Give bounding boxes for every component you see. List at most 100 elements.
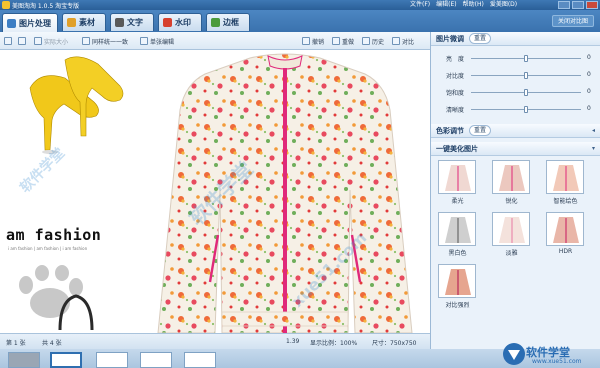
collapse-arrow-icon: ▾ — [591, 145, 595, 152]
preset-black-white[interactable]: 黑白色 — [435, 212, 480, 260]
tab-frame[interactable]: 边框 — [206, 13, 250, 31]
preset-thumbnail — [438, 264, 476, 298]
batch-icon — [82, 37, 90, 45]
actual-size-label: 实际大小 — [44, 38, 69, 46]
actual-size-button[interactable]: 实际大小 — [34, 35, 68, 47]
thumbnail-item[interactable] — [140, 352, 172, 368]
preset-thumbnail — [438, 160, 476, 194]
compare-icon — [392, 37, 400, 45]
single-edit-button[interactable]: 单张编辑 — [140, 35, 174, 47]
preset-label: 黑白色 — [448, 250, 467, 257]
slider-knob[interactable] — [524, 72, 528, 79]
site-brand-watermark: 软件学堂 www.xue51.com — [500, 340, 600, 368]
preset-soft-light[interactable]: 柔光 — [435, 160, 480, 208]
preset-strong-contrast[interactable]: 对比强烈 — [435, 264, 480, 312]
zoom-in-icon — [4, 37, 12, 45]
slider-value: 0 — [587, 54, 591, 61]
history-label: 历史 — [372, 38, 385, 46]
preset-hdr[interactable]: HDR — [543, 212, 588, 260]
preset-label: 智能绘色 — [553, 198, 578, 205]
page-indicator: 第 1 张 — [6, 340, 26, 347]
status-bar: 第 1 张 共 4 张 1.39 显示比例：100% 尺寸：750x750 — [0, 333, 430, 349]
title-bar: 美图淘淘 1.0.5 淘宝专版 文件(F) 编辑(E) 帮助(H) 爱美图(D) — [0, 0, 600, 10]
actual-size-icon — [34, 37, 42, 45]
floral-jacket-image — [157, 53, 413, 333]
redo-label: 重做 — [342, 38, 355, 46]
slider-knob[interactable] — [524, 106, 528, 113]
window-controls — [558, 1, 598, 9]
menu-meitu[interactable]: 爱美图(D) — [490, 0, 517, 10]
slider-value: 0 — [587, 88, 591, 95]
watermark-icon — [163, 18, 172, 27]
color-title: 色彩调节 — [436, 126, 464, 135]
canvas-toolbar: 实际大小 同样统一一致 单张编辑 撤销 重做 历史 对比 — [0, 32, 430, 50]
image-dimensions: 尺寸：750x750 — [372, 340, 417, 347]
tab-watermark[interactable]: 水印 — [158, 13, 202, 31]
history-icon — [362, 37, 370, 45]
preset-thumbnail — [438, 212, 476, 246]
close-button[interactable] — [586, 1, 598, 9]
single-edit-label: 单张编辑 — [150, 38, 175, 46]
tab-text[interactable]: 文字 — [110, 13, 154, 31]
fashion-logo-text: am fashion — [6, 226, 102, 244]
menu-help[interactable]: 帮助(H) — [463, 0, 484, 10]
zoom-in-button[interactable] — [4, 35, 12, 47]
slider-knob[interactable] — [524, 89, 528, 96]
preset-label: 对比强烈 — [445, 302, 470, 309]
zoom-out-button[interactable] — [18, 35, 26, 47]
tab-material[interactable]: 素材 — [62, 13, 106, 31]
slider-knob[interactable] — [524, 55, 528, 62]
thumbnail-prev-button[interactable] — [8, 352, 40, 368]
contrast-slider[interactable]: 对比度 0 — [431, 69, 600, 81]
slider-label: 清晰度 — [446, 107, 465, 114]
thumbnail-item[interactable] — [184, 352, 216, 368]
preset-label: 锐化 — [505, 198, 518, 205]
preset-thumbnail — [546, 212, 584, 246]
preset-smart-color[interactable]: 智能绘色 — [543, 160, 588, 208]
undo-button[interactable]: 撤销 — [302, 35, 324, 47]
undo-label: 撤销 — [312, 38, 325, 46]
frame-icon — [211, 18, 220, 27]
text-icon — [115, 18, 124, 27]
compare-button[interactable]: 对比 — [392, 35, 414, 47]
adjust-reset-button[interactable]: 重置 — [469, 33, 492, 44]
image-icon — [7, 18, 16, 28]
menu-edit[interactable]: 编辑(E) — [436, 0, 456, 10]
thumbnail-item[interactable] — [96, 352, 128, 368]
redo-button[interactable]: 重做 — [332, 35, 354, 47]
batch-unify-button[interactable]: 同样统一一致 — [82, 35, 128, 47]
adjust-panel: 图片微调 重置 亮 度 0 对比度 0 饱和度 0 清晰度 0 色彩调节 重置 … — [430, 32, 600, 349]
handbag-image — [58, 294, 94, 330]
close-compare-button[interactable]: 关闭对比图 — [551, 15, 594, 27]
menu-file[interactable]: 文件(F) — [410, 0, 430, 10]
preset-sharpen[interactable]: 锐化 — [489, 160, 534, 208]
undo-icon — [302, 37, 310, 45]
tab-label: 图片处理 — [19, 18, 51, 28]
preset-label: 淡雅 — [505, 250, 518, 257]
history-button[interactable]: 历史 — [362, 35, 384, 47]
thumbnail-item[interactable] — [50, 352, 82, 368]
redo-icon — [332, 37, 340, 45]
tab-label: 文字 — [127, 18, 143, 27]
maximize-button[interactable] — [572, 1, 584, 9]
tab-image-process[interactable]: 图片处理 — [2, 13, 58, 32]
preset-label: HDR — [558, 248, 573, 255]
brightness-slider[interactable]: 亮 度 0 — [431, 52, 600, 64]
preset-elegant[interactable]: 淡雅 — [489, 212, 534, 260]
material-icon — [67, 18, 76, 27]
preset-thumbnail — [492, 212, 530, 246]
preset-label: 柔光 — [451, 198, 464, 205]
beauty-section-header[interactable]: 一键美化图片 ▾ — [431, 142, 600, 156]
adjust-section-header[interactable]: 图片微调 重置 — [431, 32, 600, 46]
minimize-button[interactable] — [558, 1, 570, 9]
color-reset-button[interactable]: 重置 — [469, 125, 492, 136]
image-canvas[interactable]: am fashion i am fashion | am fashion | i… — [0, 50, 430, 333]
saturation-slider[interactable]: 饱和度 0 — [431, 86, 600, 98]
color-section-header[interactable]: 色彩调节 重置 ◂ — [431, 124, 600, 138]
preset-thumbnail — [492, 160, 530, 194]
sharpness-slider[interactable]: 清晰度 0 — [431, 103, 600, 115]
zoom-level: 显示比例：100% — [310, 340, 358, 347]
slider-label: 饱和度 — [446, 90, 465, 97]
slider-value: 0 — [587, 105, 591, 112]
edit-icon — [140, 37, 148, 45]
